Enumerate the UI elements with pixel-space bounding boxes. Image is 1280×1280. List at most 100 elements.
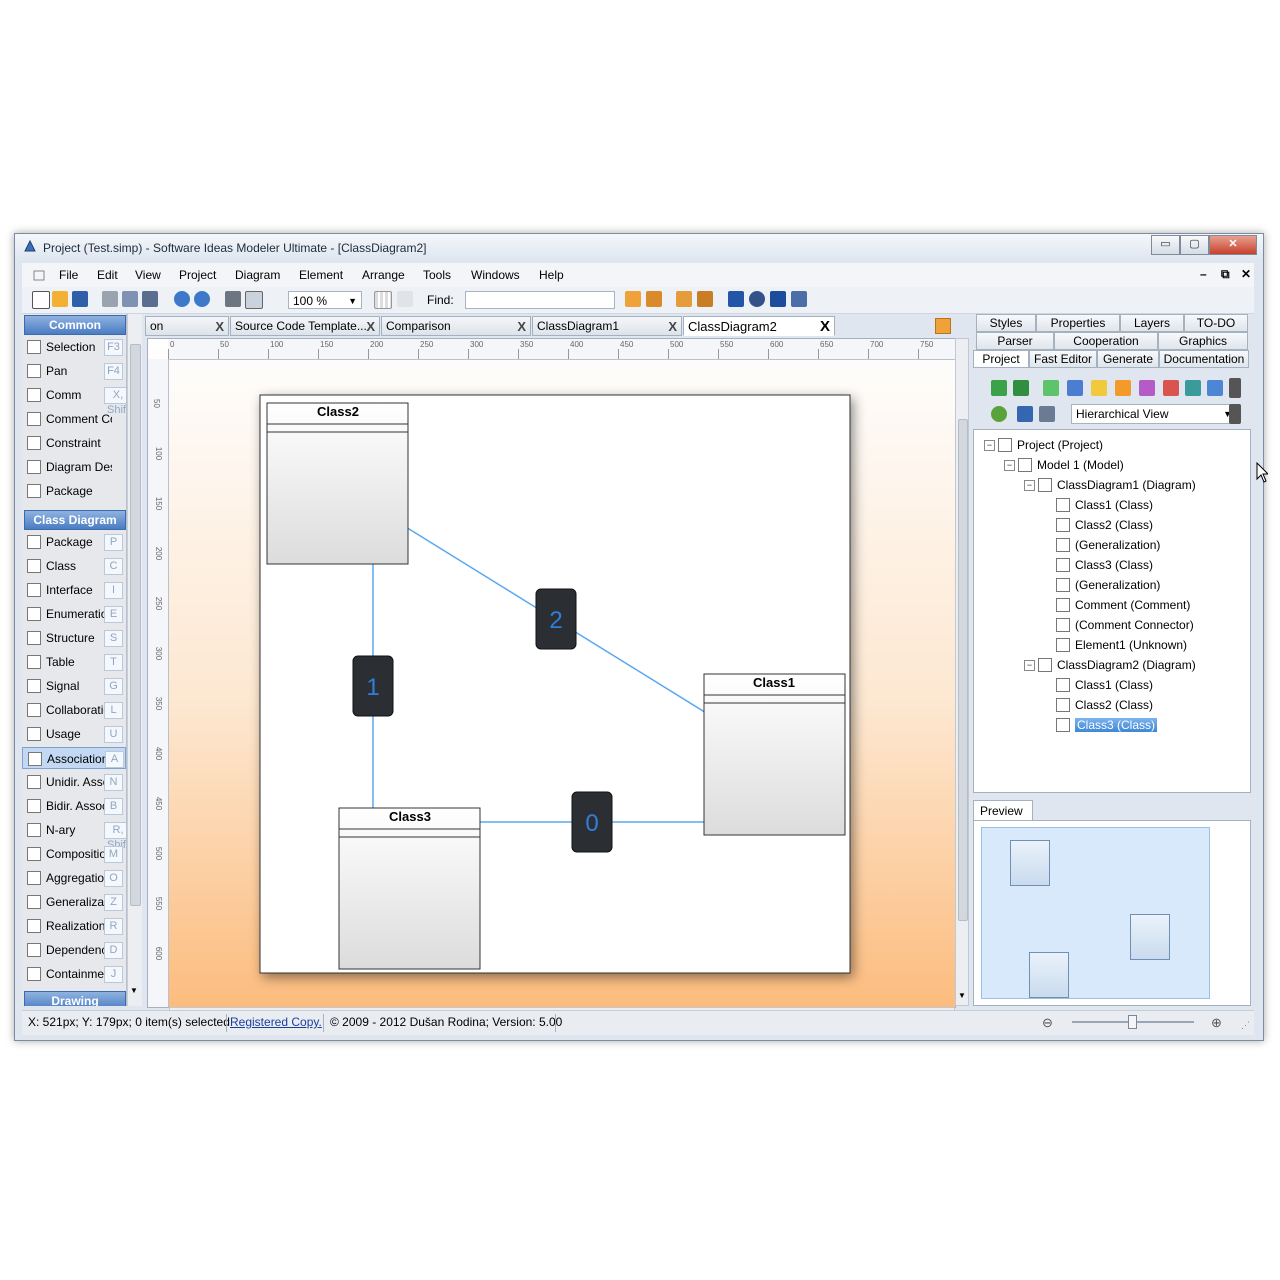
toolbox-item[interactable]: Structure S — [22, 627, 126, 649]
tree-node[interactable]: (Comment Connector) — [1056, 616, 1194, 634]
tab-generate[interactable]: Generate — [1097, 350, 1159, 368]
tab-list-icon[interactable] — [935, 318, 951, 334]
send-back-icon[interactable] — [646, 291, 662, 307]
toolbox-item[interactable]: Comm X, Shift — [22, 384, 126, 416]
tree-node[interactable]: Class2 (Class) — [1056, 696, 1153, 714]
toolbox-group-common[interactable]: Common — [24, 315, 126, 335]
menu-windows[interactable]: Windows — [471, 268, 520, 282]
tab-comparison[interactable]: Comparison X — [381, 316, 531, 336]
minimize-button[interactable]: ▭ — [1151, 235, 1180, 255]
tab-documentation[interactable]: Documentation — [1159, 350, 1249, 368]
menu-project[interactable]: Project — [179, 268, 216, 282]
toolbox-item[interactable]: Association A — [22, 747, 126, 769]
toolbox-item[interactable]: Constraint — [22, 432, 126, 454]
print-preview-icon[interactable] — [245, 291, 263, 309]
add-package-icon[interactable] — [1043, 380, 1059, 396]
project-tree[interactable]: − Project (Project) − Model 1 (Model) − Class… — [973, 429, 1251, 793]
tab-graphics[interactable]: Graphics — [1158, 332, 1248, 350]
tab-close-icon[interactable]: X — [215, 317, 224, 335]
tab-todo[interactable]: TO-DO — [1184, 314, 1248, 332]
toolbox-item[interactable]: Composition M — [22, 843, 126, 865]
overflow-icon[interactable] — [1229, 404, 1241, 424]
class-box-class2[interactable]: Class2 — [266, 402, 409, 565]
toolbox-item[interactable]: Class C — [22, 555, 126, 577]
tab-source-code-template[interactable]: Source Code Template... X — [230, 316, 380, 336]
toolbox-item[interactable]: Interface I — [22, 579, 126, 601]
tree-node[interactable]: Element1 (Unknown) — [1056, 636, 1187, 654]
toolbox-item[interactable]: N-ary R, Shift — [22, 819, 126, 851]
diagram-canvas[interactable]: 0 50 100 150 200 250 300 350 400 450 500 550 600 650 7… — [147, 338, 956, 1008]
overflow-icon[interactable] — [1229, 378, 1241, 398]
tab-classdiagram2[interactable]: ClassDiagram2 X — [683, 316, 835, 336]
tree-node[interactable]: Class1 (Class) — [1056, 676, 1153, 694]
new-icon[interactable] — [32, 291, 50, 309]
bring-front-icon[interactable] — [625, 291, 641, 307]
menu-diagram[interactable]: Diagram — [235, 268, 280, 282]
vertical-scroll-thumb[interactable] — [958, 419, 968, 921]
mdi-close-button[interactable]: ✕ — [1241, 267, 1251, 281]
add-note-icon[interactable] — [1091, 380, 1107, 396]
add-diagram-icon[interactable] — [1067, 380, 1083, 396]
copy-icon[interactable] — [122, 291, 138, 307]
send-backward-icon[interactable] — [697, 291, 713, 307]
registered-copy-link[interactable]: Registered Copy. — [230, 1015, 322, 1029]
zoom-in-icon[interactable]: ⊕ — [1211, 1015, 1222, 1031]
maximize-button[interactable]: ▢ — [1180, 235, 1209, 255]
tab-project[interactable]: Project — [973, 350, 1029, 368]
tab-layers[interactable]: Layers — [1120, 314, 1184, 332]
toolbox-item[interactable]: Aggregation O — [22, 867, 126, 889]
print-icon[interactable] — [225, 291, 241, 307]
tree-node[interactable]: Model 1 (Model) — [1018, 456, 1124, 474]
toolbox-item[interactable]: Package — [22, 480, 126, 502]
toolbox-group-drawing[interactable]: Drawing — [24, 991, 126, 1006]
zoom-out-icon[interactable]: ⊖ — [1042, 1015, 1053, 1031]
document-menu-icon[interactable] — [32, 268, 46, 282]
tree-node[interactable]: ClassDiagram2 (Diagram) — [1038, 656, 1196, 674]
menu-edit[interactable]: Edit — [97, 268, 118, 282]
association-badge[interactable]: 0 — [571, 791, 613, 853]
refresh-icon[interactable] — [991, 406, 1007, 422]
scroll-down-arrow-icon[interactable]: ▼ — [958, 991, 966, 1000]
zoom-slider[interactable] — [1072, 1015, 1194, 1029]
class-box-class1[interactable]: Class1 — [703, 673, 846, 836]
add-attribute-icon[interactable] — [1115, 380, 1131, 396]
tree-node[interactable]: Class2 (Class) — [1056, 516, 1153, 534]
align-grid-icon[interactable] — [728, 291, 744, 307]
tab-preview[interactable]: Preview — [973, 800, 1033, 820]
close-button[interactable]: ✕ — [1209, 235, 1257, 255]
tab-cooperation[interactable]: Cooperation — [1054, 332, 1158, 350]
canvas-vertical-scrollbar[interactable]: ▼ — [955, 338, 969, 1006]
toolbox-scrollbar[interactable]: ▼ — [127, 314, 142, 1006]
tab-classdiagram1[interactable]: ClassDiagram1 X — [532, 316, 682, 336]
tab-close-icon[interactable]: X — [668, 317, 677, 335]
tree-node[interactable]: Class3 (Class) — [1056, 556, 1153, 574]
menu-help[interactable]: Help — [539, 268, 564, 282]
toolbox-item[interactable]: Signal G — [22, 675, 126, 697]
tree-node[interactable]: Class1 (Class) — [1056, 496, 1153, 514]
association-badge[interactable]: 2 — [535, 588, 577, 650]
tree-view-icon[interactable] — [1039, 406, 1055, 422]
save-icon[interactable] — [72, 291, 88, 307]
layout-icon[interactable] — [770, 291, 786, 307]
zoom-slider-thumb[interactable] — [1128, 1015, 1137, 1029]
tree-node[interactable]: Project (Project) — [998, 436, 1103, 454]
delete-icon[interactable] — [1163, 380, 1179, 396]
tree-expander-icon[interactable]: − — [1024, 480, 1035, 491]
resize-grip-icon[interactable]: ⋰ — [1241, 1020, 1250, 1031]
menu-view[interactable]: View — [135, 268, 161, 282]
toolbox-item[interactable]: Dependency D — [22, 939, 126, 961]
tree-node[interactable]: (Generalization) — [1056, 536, 1160, 554]
toolbox-item[interactable]: Comment Co... — [22, 408, 126, 430]
export-icon[interactable] — [1185, 380, 1201, 396]
toolbox-item[interactable]: Enumeration E — [22, 603, 126, 625]
toolbox-item[interactable]: Bidir. Assoc... B — [22, 795, 126, 817]
add-operation-icon[interactable] — [1139, 380, 1155, 396]
magic-wand-icon[interactable] — [397, 291, 413, 307]
toolbox-item[interactable]: Unidir. Asso...N — [22, 771, 126, 793]
tab-close-icon[interactable]: X — [366, 317, 375, 335]
toolbox-group-class-diagram[interactable]: Class Diagram — [24, 510, 126, 530]
toolbox-item[interactable]: Package P — [22, 531, 126, 553]
sync-icon[interactable] — [1017, 406, 1033, 422]
add-model-icon[interactable] — [991, 380, 1007, 396]
tab-hidden[interactable]: on X — [145, 316, 229, 336]
